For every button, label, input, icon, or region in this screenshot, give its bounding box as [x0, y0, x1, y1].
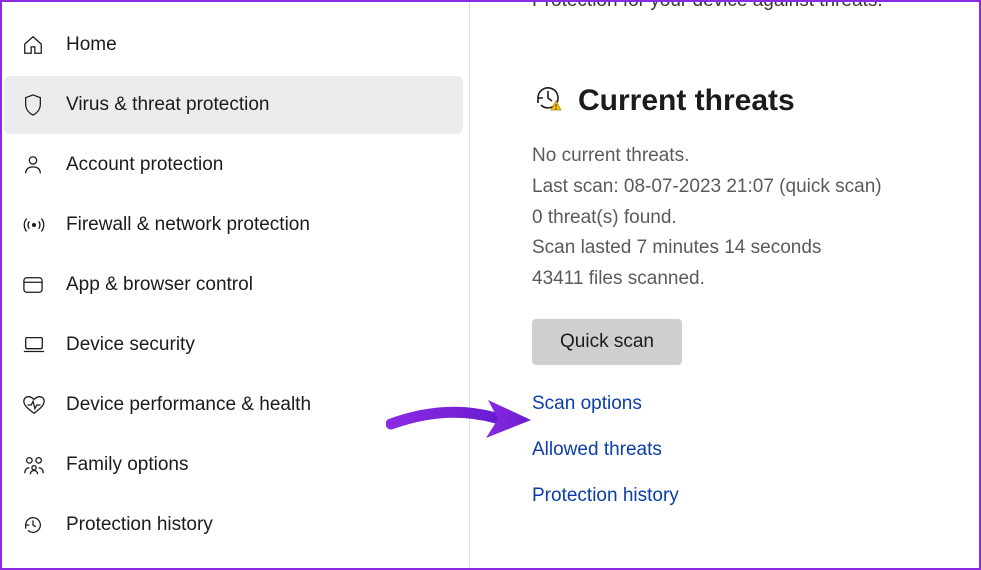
annotation-border [0, 0, 981, 570]
